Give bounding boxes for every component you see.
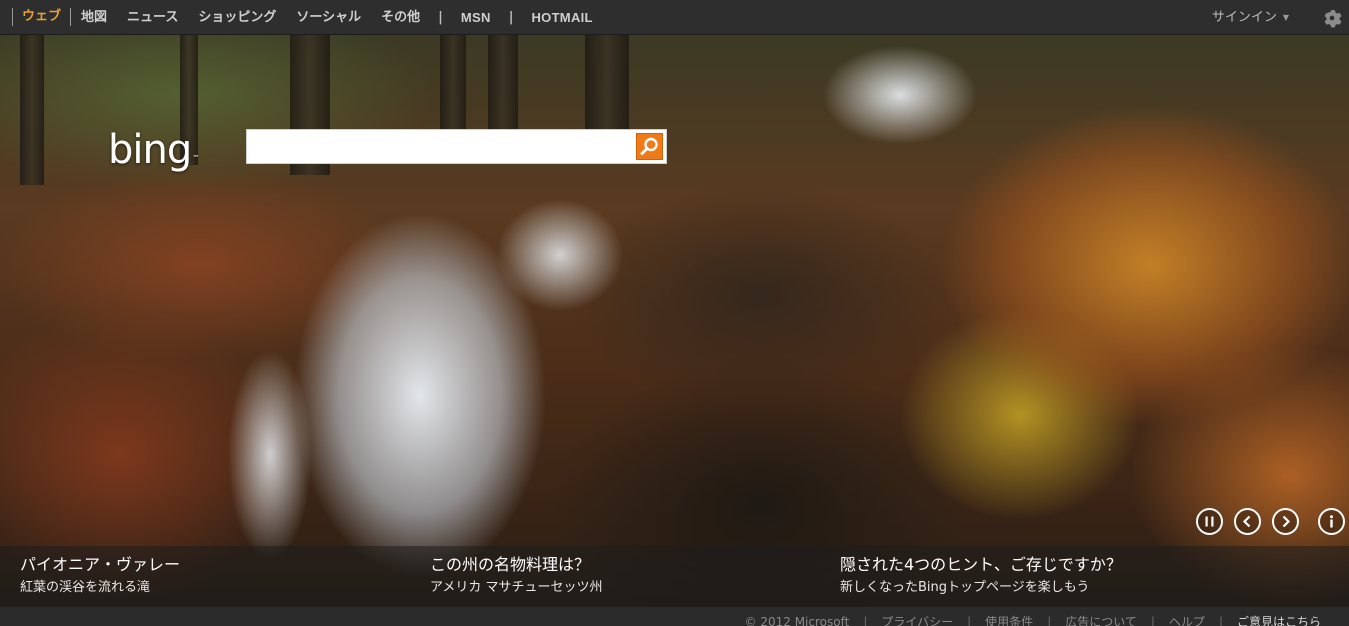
pause-icon (1205, 516, 1214, 527)
pause-button[interactable] (1196, 508, 1223, 535)
hotspot-title: 隠された4つのヒント、ご存じですか？ (840, 555, 1122, 574)
feedback-link[interactable]: ご意見はこちら (1223, 613, 1335, 626)
chevron-right-icon (1282, 515, 1291, 528)
hotspot-title: パイオニア・ヴァレー (20, 555, 181, 574)
privacy-link[interactable]: プライバシー (867, 613, 967, 626)
nav-item-more[interactable]: その他 (371, 0, 430, 35)
search-icon (640, 137, 658, 155)
hotspot-title: この州の名物料理は？ (430, 555, 591, 574)
nav-separator: | (508, 9, 514, 25)
search-box (246, 129, 667, 164)
signin-button[interactable]: サインイン ▼ (1212, 0, 1289, 35)
nav-item-msn[interactable]: MSN (451, 0, 501, 35)
search-input[interactable] (247, 130, 627, 163)
gear-icon[interactable] (1321, 7, 1343, 29)
signin-label: サインイン (1211, 10, 1277, 25)
nav-item-web[interactable]: ウェブ (12, 8, 72, 26)
next-image-button[interactable] (1272, 508, 1299, 535)
footer-links: © 2012 Microsoft | プライバシー | 使用条件 | 広告につい… (731, 613, 1335, 626)
search-button[interactable] (636, 133, 663, 160)
background-image (0, 35, 1349, 607)
nav-links: ウェブ 地図 ニュース ショッピング ソーシャル その他 | MSN | HOT… (0, 0, 603, 35)
ads-link[interactable]: 広告について (1051, 613, 1151, 626)
hotspot-subtitle: 紅葉の渓谷を流れる滝 (20, 580, 151, 595)
nav-item-hotmail[interactable]: HOTMAIL (521, 0, 602, 35)
hotspot-item[interactable]: パイオニア・ヴァレー 紅葉の渓谷を流れる滝 (20, 554, 180, 598)
hotspot-subtitle: 新しくなったBingトップページを楽しもう (840, 580, 1090, 595)
trademark: ™ (192, 154, 199, 162)
chevron-left-icon (1242, 515, 1251, 528)
nav-item-news[interactable]: ニュース (117, 0, 188, 35)
nav-separator: | (438, 9, 443, 25)
top-navigation-bar: ウェブ 地図 ニュース ショッピング ソーシャル その他 | MSN | HOT… (0, 0, 1349, 35)
copyright-text: © 2012 Microsoft (744, 615, 850, 626)
help-link[interactable]: ヘルプ (1155, 613, 1219, 626)
footer: © 2012 Microsoft | プライバシー | 使用条件 | 広告につい… (0, 607, 1349, 626)
logo-text: bing (108, 127, 192, 173)
hotspot-item[interactable]: この州の名物料理は？ アメリカ マサチューセッツ州 (430, 554, 602, 598)
nav-item-social[interactable]: ソーシャル (286, 0, 371, 35)
tree-trunk (20, 35, 44, 185)
image-info-button[interactable] (1318, 508, 1345, 535)
terms-link[interactable]: 使用条件 (971, 613, 1047, 626)
hotspot-item[interactable]: 隠された4つのヒント、ご存じですか？ 新しくなったBingトップページを楽しもう (840, 554, 1122, 598)
hotspot-subtitle: アメリカ マサチューセッツ州 (430, 580, 603, 595)
previous-image-button[interactable] (1234, 508, 1261, 535)
chevron-down-icon: ▼ (1282, 13, 1289, 22)
nav-item-maps[interactable]: 地図 (71, 0, 117, 35)
info-icon (1330, 515, 1333, 528)
nav-item-shopping[interactable]: ショッピング (188, 0, 286, 35)
hotspot-strip: パイオニア・ヴァレー 紅葉の渓谷を流れる滝 この州の名物料理は？ アメリカ マサ… (0, 546, 1349, 607)
bing-logo: bing™ (108, 125, 199, 175)
